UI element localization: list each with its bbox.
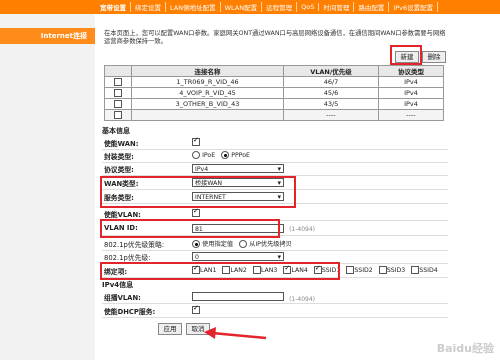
table-cell: 46/7 <box>283 76 379 88</box>
table-cell: 45/6 <box>283 87 379 99</box>
priority-select[interactable]: 0 <box>192 252 284 262</box>
nav-tab-broadband[interactable]: 宽带设置 <box>96 2 131 12</box>
watermark-logo: Baidu经验 <box>436 342 494 355</box>
nav-tab-wlan[interactable]: WLAN配置 <box>221 2 263 12</box>
label-mcast-vlan: 组播VLAN: <box>104 294 141 302</box>
table-cell: ---- <box>378 109 444 121</box>
bind-ssid3-checkbox[interactable] <box>378 266 387 274</box>
apply-button[interactable]: 应用 <box>158 323 182 335</box>
row-checkbox[interactable] <box>104 87 132 99</box>
label-enable-wan: 使能WAN: <box>104 140 139 148</box>
row-proto: 协议类型: IPv4 <box>102 163 448 176</box>
intro-text: 在本页面上，您可以配置WAN口参数。家庭网关ONT通过WAN口与高层网络设备通信… <box>104 30 446 45</box>
table-cell: 43/5 <box>283 98 379 110</box>
table-header-row: 连接名称 VLAN/优先级 协议类型 <box>104 65 444 77</box>
row-encap: 封装类型: IPoE PPPoE <box>102 150 448 163</box>
proto-select[interactable]: IPv4 <box>192 164 284 174</box>
nav-tab-time[interactable]: 时间管理 <box>319 2 355 12</box>
row-checkbox[interactable] <box>104 109 132 121</box>
row-priority-policy: 802.1p优先级策略: 使用指定值 从IP优先级拷贝 <box>102 238 448 251</box>
enable-vlan-checkbox[interactable] <box>192 207 200 217</box>
encap-ipoe-label: IPoE <box>202 152 216 159</box>
table-row[interactable]: ---- ---- <box>104 109 444 121</box>
table-row[interactable]: 4_VOIP_R_VID_45 45/6 IPv4 <box>104 87 444 99</box>
section-basic-info: 基本信息 <box>102 126 130 136</box>
nav-tab-qos[interactable]: QoS <box>297 3 320 11</box>
mcast-vlan-input[interactable] <box>192 292 284 301</box>
delete-button[interactable]: 删除 <box>422 51 446 63</box>
priority-copy-radio[interactable] <box>239 240 248 248</box>
top-nav-bar: 宽带设置 绑定设置 LAN侧地址配置 WLAN配置 远程管理 QoS 时间管理 … <box>0 0 500 14</box>
bind-ssid4-checkbox[interactable] <box>411 266 420 274</box>
annotation-box-vlan <box>100 219 280 238</box>
table-cell: 1_TR069_R_VID_46 <box>131 76 284 88</box>
mcast-vlan-hint: (1-4094) <box>289 296 316 303</box>
table-cell: IPv4 <box>378 98 444 110</box>
section-ipv4-info: IPv4信息 <box>102 280 134 290</box>
label-priority: 802.1p优先级: <box>104 254 151 262</box>
table-cell: IPv4 <box>378 76 444 88</box>
table-cell: 4_VOIP_R_VID_45 <box>131 87 284 99</box>
table-cell: 3_OTHER_B_VID_43 <box>131 98 284 110</box>
table-header-name: 连接名称 <box>131 65 284 77</box>
sidebar: Internet连接 <box>0 14 95 360</box>
top-nav: 宽带设置 绑定设置 LAN侧地址配置 WLAN配置 远程管理 QoS 时间管理 … <box>96 0 439 14</box>
table-header-proto: 协议类型 <box>378 65 444 77</box>
row-checkbox[interactable] <box>104 98 132 110</box>
label-encap: 封装类型: <box>104 153 134 161</box>
bind-ssid2-label: SSID2 <box>354 267 373 274</box>
label-enable-vlan: 使能VLAN: <box>104 211 141 219</box>
priority-specified-label: 使用指定值 <box>202 241 234 248</box>
annotation-arrow-icon <box>204 327 267 340</box>
dhcp-checkbox[interactable] <box>192 304 200 314</box>
bind-ssid4-label: SSID4 <box>419 267 438 274</box>
annotation-box-bind <box>100 262 340 280</box>
bind-ssid2-checkbox[interactable] <box>346 266 355 274</box>
priority-copy-label: 从IP优先级拷贝 <box>249 241 292 248</box>
table-header-vlan: VLAN/优先级 <box>283 65 379 77</box>
table-cell: IPv4 <box>378 87 444 99</box>
table-cell <box>131 109 284 121</box>
table-row[interactable]: 3_OTHER_B_VID_43 43/5 IPv4 <box>104 98 444 110</box>
bind-ssid3-label: SSID3 <box>386 267 406 274</box>
nav-tab-binding[interactable]: 绑定设置 <box>131 2 166 12</box>
table-row[interactable]: 1_TR069_R_VID_46 46/7 IPv4 <box>104 76 444 88</box>
annotation-box-new <box>390 45 422 65</box>
row-checkbox[interactable] <box>104 76 132 88</box>
label-proto: 协议类型: <box>104 166 134 174</box>
nav-tab-lan[interactable]: LAN侧地址配置 <box>166 2 221 12</box>
nav-tab-remote[interactable]: 远程管理 <box>262 2 298 12</box>
table-cell: ---- <box>283 109 379 121</box>
label-dhcp: 使能DHCP服务: <box>104 308 156 316</box>
priority-specified-radio[interactable] <box>192 240 200 248</box>
encap-pppoe-radio[interactable] <box>221 151 230 159</box>
enable-wan-checkbox[interactable] <box>192 136 200 146</box>
vlan-id-hint: (1-4094) <box>289 226 316 233</box>
label-priority-policy: 802.1p优先级策略: <box>104 241 165 249</box>
row-mcast-vlan: 组播VLAN: (1-4094) <box>102 291 448 304</box>
encap-ipoe-radio[interactable] <box>192 151 200 159</box>
row-dhcp: 使能DHCP服务: <box>102 304 448 318</box>
sidebar-item-internet[interactable]: Internet连接 <box>0 28 95 44</box>
nav-tab-ipv6[interactable]: IPv6设置配置 <box>389 2 439 12</box>
nav-tab-route[interactable]: 路由配置 <box>354 2 390 12</box>
row-enable-wan: 使能WAN: <box>102 136 448 150</box>
annotation-box-wan <box>100 176 296 208</box>
wan-connection-table: 连接名称 VLAN/优先级 协议类型 1_TR069_R_VID_46 46/7… <box>104 65 444 121</box>
encap-pppoe-label: PPPoE <box>231 152 250 159</box>
table-header-select <box>104 65 132 77</box>
